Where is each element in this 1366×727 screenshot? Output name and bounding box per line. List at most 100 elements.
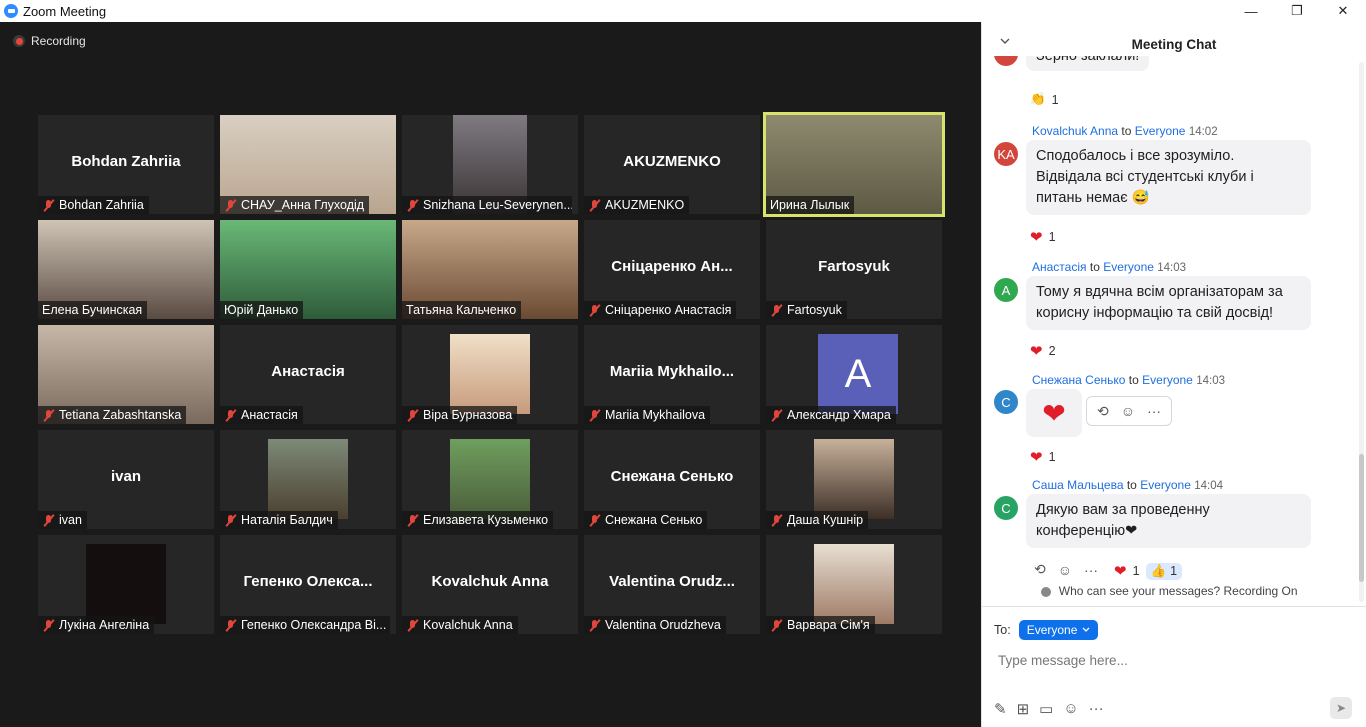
sender-name[interactable]: Kovalchuk Anna <box>1032 124 1118 138</box>
participant-tile[interactable]: A Александр Хмара <box>766 325 942 424</box>
reaction-chip[interactable]: ❤ 1 <box>1030 448 1056 466</box>
person-icon <box>1041 586 1052 597</box>
message-bubble: Дякую вам за проведенну конференцію❤ <box>1026 494 1311 548</box>
message-line: конференцію❤ <box>1036 523 1138 539</box>
participant-name-label: Варвара Сім'я <box>766 616 875 634</box>
participant-tile[interactable]: Kovalchuk Anna Kovalchuk Anna <box>402 535 578 634</box>
to-word: to <box>1121 124 1132 138</box>
participant-video <box>450 334 530 414</box>
participant-name: Елена Бучинская <box>42 303 143 317</box>
participant-name: Наталія Балдич <box>241 513 333 527</box>
sender-name[interactable]: Анастасія <box>1032 260 1087 274</box>
participant-tile[interactable]: AKUZMENKO AKUZMENKO <box>584 115 760 214</box>
heart-emoji: ❤ <box>1114 563 1127 580</box>
participant-tile[interactable]: Анастасія Анастасія <box>220 325 396 424</box>
participant-tile[interactable]: Tetiana Zabashtanska <box>38 325 214 424</box>
participant-display-name: Bohdan Zahriia <box>71 153 181 170</box>
participant-name-label: Анастасія <box>220 406 303 424</box>
participant-tile[interactable]: Fartosyuk Fartosyuk <box>766 220 942 319</box>
mic-muted-icon <box>224 199 237 212</box>
reaction-chip[interactable]: ❤ 1 <box>1030 228 1056 246</box>
avatar-letter: A <box>844 351 872 396</box>
add-reaction-icon[interactable]: ☺ <box>1121 403 1135 419</box>
reply-icon[interactable]: ⟲ <box>1034 561 1046 578</box>
to-label: To: <box>994 623 1011 637</box>
participant-tile[interactable]: Віра Бурназова <box>402 325 578 424</box>
participant-video <box>814 439 894 519</box>
participant-tile[interactable]: Snizhana Leu-Severynen... <box>402 115 578 214</box>
participant-name: Valentina Orudzheva <box>605 618 721 632</box>
participant-name: Даша Кушнір <box>787 513 864 527</box>
send-button[interactable]: ➤ <box>1330 697 1352 719</box>
avatar: KA <box>994 142 1018 166</box>
close-button[interactable]: ✕ <box>1320 0 1366 22</box>
more-icon[interactable]: ··· <box>1147 403 1161 419</box>
message-line: Тому я вдячна всім організаторам за <box>1036 284 1283 300</box>
participant-tile[interactable]: Сніцаренко Ан... Сніцаренко Анастасія <box>584 220 760 319</box>
format-icon[interactable]: ✎ <box>994 700 1007 718</box>
participant-tile[interactable]: Татьяна Кальченко <box>402 220 578 319</box>
participant-tile[interactable]: Елена Бучинская <box>38 220 214 319</box>
sender-name[interactable]: Снежана Сенько <box>1032 373 1125 387</box>
participant-display-name: Valentina Orudz... <box>609 573 735 590</box>
participant-name: СНАУ_Анна Глуходід <box>241 198 365 212</box>
recipient-name: Everyone <box>1142 373 1193 387</box>
avatar: С <box>994 496 1018 520</box>
mic-muted-icon <box>406 199 419 212</box>
participant-tile[interactable]: ivan ivan <box>38 430 214 529</box>
participant-tile[interactable]: Гепенко Олекса... Гепенко Олександра Ві..… <box>220 535 396 634</box>
participant-tile[interactable]: Bohdan Zahriia Bohdan Zahriia <box>38 115 214 214</box>
minimize-button[interactable]: — <box>1228 0 1274 22</box>
participant-tile[interactable]: СНАУ_Анна Глуходід <box>220 115 396 214</box>
participant-tile[interactable]: Mariia Mykhailo... Mariia Mykhailova <box>584 325 760 424</box>
participant-tile[interactable]: Елизавета Кузьменко <box>402 430 578 529</box>
participant-name-label: Гепенко Олександра Ві... <box>220 616 390 634</box>
reaction-count: 1 <box>1132 564 1140 578</box>
reaction-chip[interactable]: ❤ 2 <box>1030 342 1056 360</box>
thumbs-up-reaction[interactable]: 👍 1 <box>1145 562 1183 580</box>
participant-tile[interactable]: Ирина Лылык <box>763 112 945 217</box>
participant-name-label: Mariia Mykhailova <box>584 406 711 424</box>
emoji-icon[interactable]: ☺ <box>1063 700 1078 718</box>
message-time: 14:02 <box>1188 126 1218 138</box>
participant-video <box>450 439 530 519</box>
reply-icon[interactable]: ⟲ <box>1097 403 1109 420</box>
participant-name-label: Даша Кушнір <box>766 511 869 529</box>
reaction-chip[interactable]: ❤ 1 👍 1 <box>1114 562 1183 580</box>
participant-tile[interactable]: Лукіна Ангеліна <box>38 535 214 634</box>
chat-title: Meeting Chat <box>1131 36 1217 52</box>
chat-scroll-thumb[interactable] <box>1359 454 1364 582</box>
participant-tile[interactable]: Наталія Балдич <box>220 430 396 529</box>
participant-name-label: Bohdan Zahriia <box>38 196 149 214</box>
message-sender-line: Снежана Сенько to Everyone 14:03 <box>1032 373 1225 387</box>
reaction-chip[interactable]: 👏 1 <box>1030 92 1059 107</box>
message-time: 14:03 <box>1196 375 1225 387</box>
participant-name-label: Лукіна Ангеліна <box>38 616 155 634</box>
mic-muted-icon <box>770 409 783 422</box>
message-visibility-notice[interactable]: Who can see your messages? Recording On <box>982 584 1357 598</box>
heart-emoji: ❤ <box>1030 229 1043 246</box>
participant-name-label: Tetiana Zabashtanska <box>38 406 187 424</box>
chevron-down-icon[interactable] <box>1000 36 1010 46</box>
participant-name: Сніцаренко Анастасія <box>605 303 732 317</box>
chat-message-input[interactable] <box>998 650 1338 670</box>
participant-tile[interactable]: Варвара Сім'я <box>766 535 942 634</box>
participant-tile[interactable]: Valentina Orudz... Valentina Orudzheva <box>584 535 760 634</box>
participant-name: Юрій Данько <box>224 303 299 317</box>
maximize-button[interactable]: ❐ <box>1274 0 1320 22</box>
more-icon[interactable]: ··· <box>1089 700 1104 718</box>
recipient-dropdown[interactable]: Everyone <box>1018 620 1099 640</box>
video-gallery: Recording Bohdan Zahriia Bohdan Zahriia СН… <box>0 22 981 727</box>
recording-indicator[interactable]: Recording <box>13 34 86 48</box>
screenshot-icon[interactable]: ⊞ <box>1017 700 1030 718</box>
sender-name[interactable]: Саша Мальцева <box>1032 478 1124 492</box>
participant-tile[interactable]: Даша Кушнір <box>766 430 942 529</box>
participant-tile[interactable]: Юрій Данько <box>220 220 396 319</box>
more-icon[interactable]: ··· <box>1084 562 1098 578</box>
add-reaction-icon[interactable]: ☺ <box>1058 562 1072 578</box>
participant-tile[interactable]: Снежана Сенько Снежана Сенько <box>584 430 760 529</box>
message-line: питань немає 😅 <box>1036 190 1150 206</box>
file-icon[interactable]: ▭ <box>1039 700 1053 718</box>
participant-name: Fartosyuk <box>787 303 842 317</box>
participant-display-name: Снежана Сенько <box>610 468 734 485</box>
